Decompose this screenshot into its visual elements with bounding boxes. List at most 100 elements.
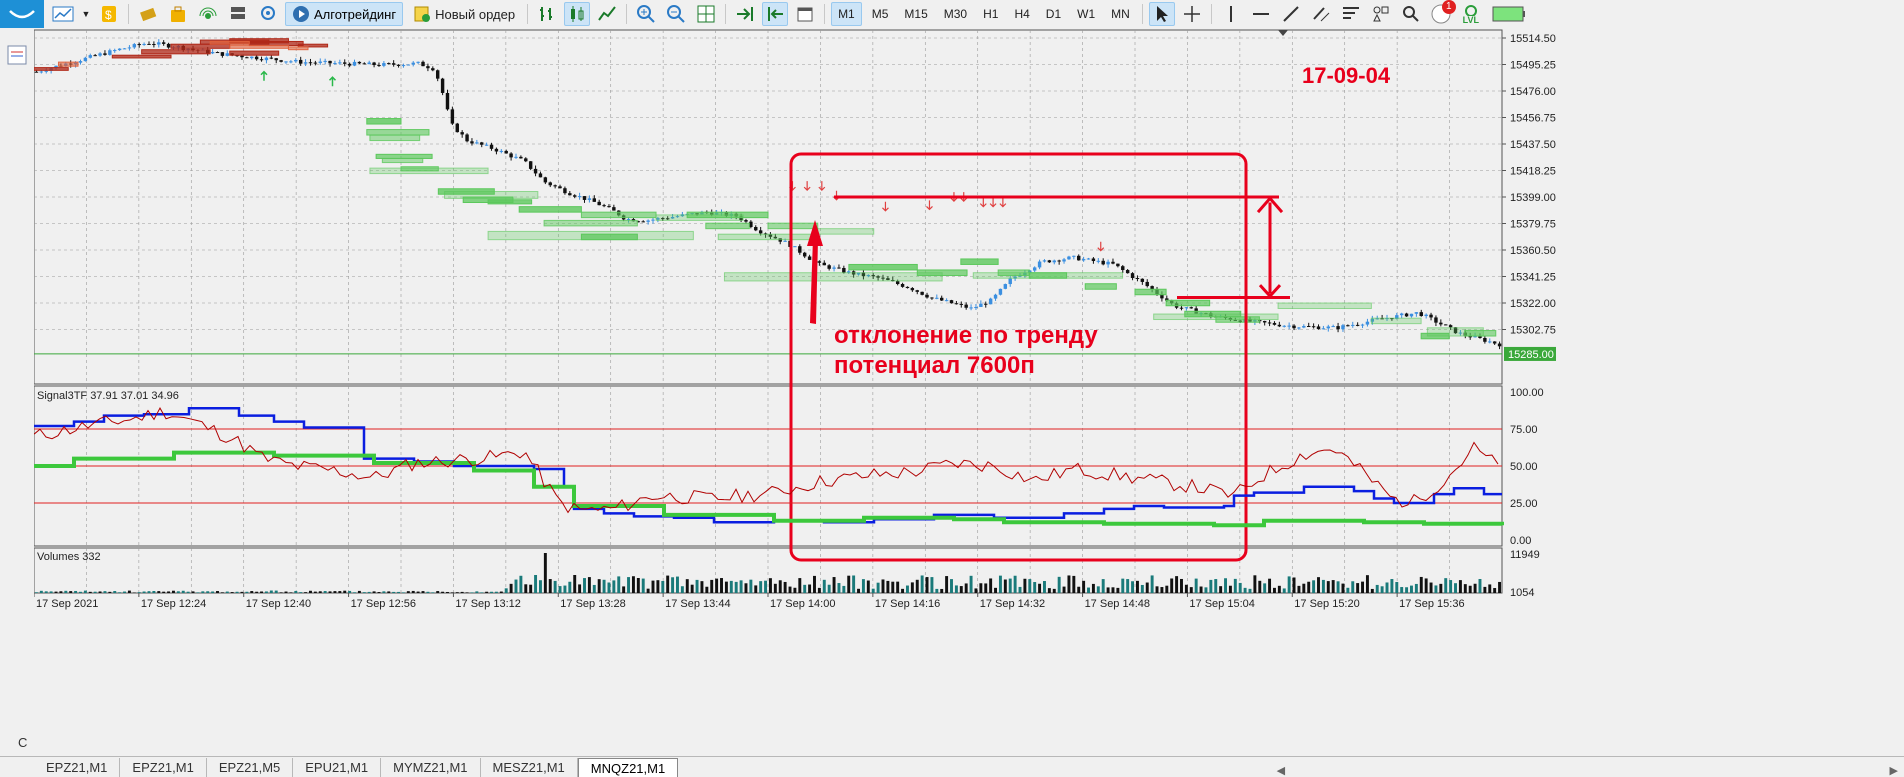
volume-bar bbox=[1199, 586, 1203, 593]
cursor-icon[interactable] bbox=[1148, 2, 1175, 26]
volume-bar bbox=[1444, 578, 1448, 593]
candle-body bbox=[993, 294, 998, 299]
vps-icon[interactable] bbox=[225, 2, 251, 26]
candle-body bbox=[1311, 326, 1316, 328]
candle-body bbox=[509, 153, 513, 158]
candle-body bbox=[132, 44, 137, 48]
timeframe-m15-button[interactable]: M15 bbox=[898, 2, 933, 26]
volume-bar bbox=[1106, 587, 1110, 593]
volume-bar bbox=[441, 591, 445, 593]
line-chart-icon[interactable] bbox=[594, 2, 620, 26]
volume-bar bbox=[891, 581, 895, 593]
signals-icon[interactable] bbox=[195, 2, 221, 26]
fibonacci-icon[interactable] bbox=[1338, 2, 1364, 26]
support-zone bbox=[543, 219, 638, 227]
timeframe-m5-button[interactable]: M5 bbox=[866, 2, 895, 26]
notifications-icon[interactable]: 1 bbox=[1428, 0, 1456, 26]
volume-bar bbox=[1111, 587, 1115, 593]
chart-tab[interactable]: EPZ21,M5 bbox=[207, 758, 294, 777]
candle-body bbox=[1081, 259, 1086, 261]
support-zone bbox=[1153, 313, 1279, 321]
timeframe-h1-button[interactable]: H1 bbox=[977, 2, 1004, 26]
indicator-scale-label: 25.00 bbox=[1510, 498, 1538, 510]
volume-bar bbox=[1248, 588, 1252, 593]
toolbar-divider bbox=[128, 4, 129, 24]
volume-bar bbox=[1018, 586, 1022, 593]
candle-body bbox=[930, 297, 934, 299]
candlestick-chart-icon[interactable] bbox=[564, 2, 591, 26]
volume-bar bbox=[372, 591, 376, 593]
chart-tab-list: EPZ21,M1 EPZ21,M1 EPZ21,M5 EPU21,M1 MYMZ21,M… bbox=[0, 757, 679, 777]
zoom-out-icon[interactable] bbox=[663, 2, 689, 26]
crosshair-icon[interactable] bbox=[1179, 2, 1205, 26]
resistance-zone bbox=[111, 54, 172, 59]
volume-bar bbox=[1454, 583, 1457, 593]
timeframe-d1-button[interactable]: D1 bbox=[1040, 2, 1067, 26]
calendar-icon[interactable] bbox=[792, 2, 818, 26]
chart-window[interactable]: 15514.50 15495.25 15476.00 15456.75 15437.50… bbox=[34, 28, 1904, 760]
volume-bar bbox=[1233, 578, 1237, 593]
search-icon[interactable] bbox=[1398, 2, 1424, 26]
timeframe-h4-button[interactable]: H4 bbox=[1008, 2, 1035, 26]
tab-scroll-right-icon[interactable]: ▶ bbox=[1884, 764, 1904, 777]
volume-bar bbox=[612, 580, 616, 593]
volume-bar bbox=[1483, 586, 1487, 593]
shapes-icon[interactable] bbox=[1368, 2, 1394, 26]
volume-bar bbox=[509, 583, 513, 593]
dropdown-chevron-icon[interactable]: ▼ bbox=[80, 2, 92, 26]
volume-bar bbox=[832, 577, 836, 593]
bar-chart-icon[interactable] bbox=[534, 2, 560, 26]
timeframe-m1-button[interactable]: M1 bbox=[831, 2, 862, 26]
new-order-button[interactable]: Новый ордер bbox=[407, 2, 521, 26]
volume-bar bbox=[1194, 578, 1198, 593]
volume-bar bbox=[309, 590, 312, 593]
volume-bar bbox=[778, 580, 782, 593]
candle-body bbox=[460, 132, 464, 135]
chart-shift-icon[interactable] bbox=[762, 2, 789, 26]
window-list-icon[interactable] bbox=[6, 44, 30, 68]
chart-tab[interactable]: EPU21,M1 bbox=[293, 758, 382, 777]
chart-canvas[interactable]: 15514.50 15495.25 15476.00 15456.75 15437.50… bbox=[34, 28, 1904, 760]
volume-bar bbox=[578, 584, 582, 593]
tile-windows-icon[interactable] bbox=[693, 2, 719, 26]
volume-bar bbox=[768, 578, 772, 593]
channels-icon[interactable] bbox=[1308, 2, 1334, 26]
candle-body bbox=[974, 306, 978, 308]
chart-tab[interactable]: EPZ21,M1 bbox=[34, 758, 121, 777]
chart-tab[interactable]: EPZ21,M1 bbox=[120, 758, 207, 777]
strategy-icon[interactable] bbox=[135, 2, 161, 26]
timeframe-m30-button[interactable]: M30 bbox=[938, 2, 973, 26]
timeframe-mn-button[interactable]: MN bbox=[1105, 2, 1136, 26]
candle-body bbox=[147, 43, 151, 45]
lvl-button[interactable]: LVL bbox=[1458, 2, 1484, 26]
app-logo-icon[interactable] bbox=[0, 0, 44, 28]
tab-scroll-left-icon[interactable]: ◀ bbox=[1271, 764, 1291, 777]
volume-bar bbox=[1052, 588, 1056, 593]
date-stamp: 17-09-04 bbox=[1302, 63, 1391, 88]
horizontal-line-icon[interactable] bbox=[1248, 2, 1274, 26]
trend-line-icon[interactable] bbox=[1278, 2, 1304, 26]
zoom-in-icon[interactable] bbox=[633, 2, 659, 26]
vertical-line-icon[interactable] bbox=[1218, 2, 1244, 26]
market-watch-icon[interactable]: $ bbox=[96, 2, 122, 26]
timeframe-w1-button[interactable]: W1 bbox=[1071, 2, 1101, 26]
candle-body bbox=[1429, 314, 1433, 318]
candle-body bbox=[426, 66, 430, 69]
candle-body bbox=[1316, 326, 1321, 330]
algo-trading-button[interactable]: Алготрейдинг bbox=[285, 2, 404, 26]
candle-body bbox=[166, 43, 171, 48]
chart-tab[interactable]: MYMZ21,M1 bbox=[381, 758, 481, 777]
volume-bar bbox=[1351, 581, 1355, 593]
candle-body bbox=[925, 294, 929, 298]
chart-tab[interactable]: MESZ21,M1 bbox=[481, 758, 578, 777]
chart-template-icon[interactable] bbox=[50, 2, 76, 26]
volume-bar bbox=[196, 592, 200, 593]
volume-bar bbox=[103, 591, 107, 593]
candle-body bbox=[602, 205, 606, 207]
community-icon[interactable] bbox=[255, 2, 281, 26]
market-bag-icon[interactable] bbox=[165, 2, 191, 26]
auto-scroll-icon[interactable] bbox=[732, 2, 758, 26]
chart-tab[interactable]: MNQZ21,M1 bbox=[577, 758, 679, 777]
candle-body bbox=[1355, 324, 1360, 326]
volume-bar bbox=[1312, 580, 1316, 593]
